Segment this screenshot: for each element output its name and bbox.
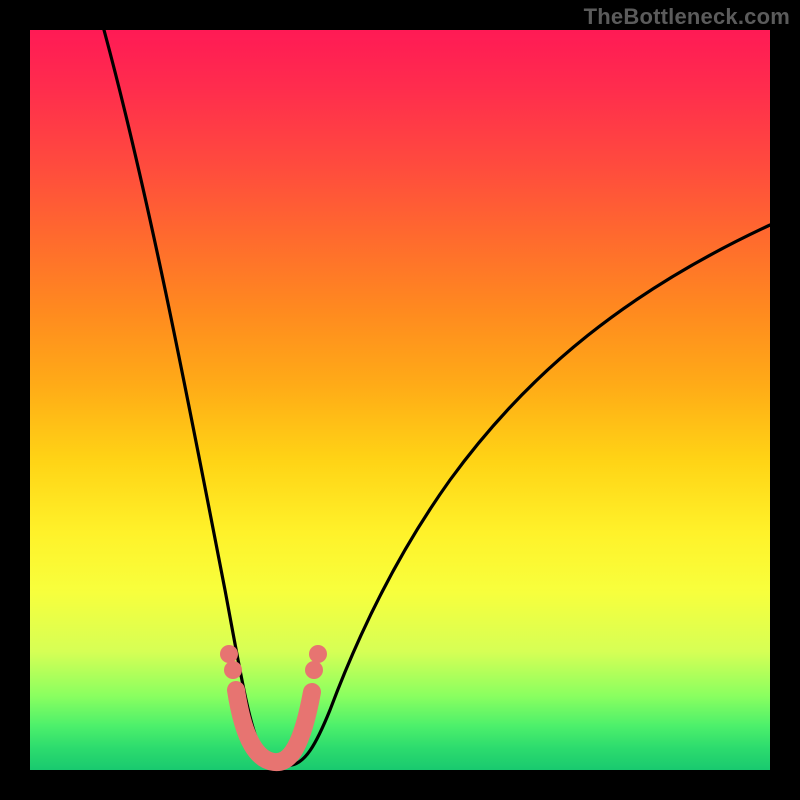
chart-stage: TheBottleneck.com [0,0,800,800]
highlight-markers [220,645,327,679]
watermark-text: TheBottleneck.com [584,4,790,30]
bottleneck-curve [104,30,770,766]
plot-area [30,30,770,770]
chart-svg [30,30,770,770]
